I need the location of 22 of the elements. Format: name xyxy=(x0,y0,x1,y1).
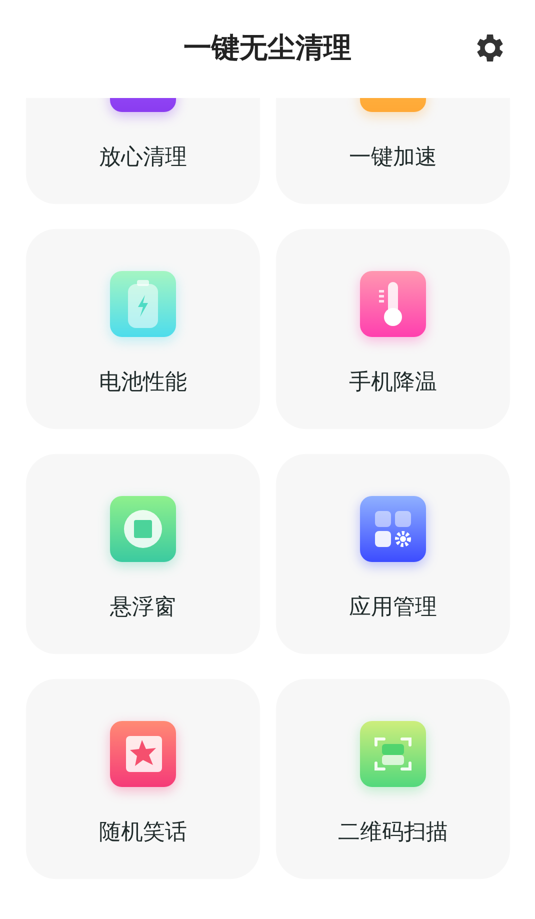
tool-card[interactable]: 放心清理 xyxy=(26,98,260,204)
tool-card[interactable]: 电池性能 xyxy=(26,229,260,429)
tool-label: 应用管理 xyxy=(349,595,437,621)
tool-label: 一键加速 xyxy=(349,145,437,171)
tool-card[interactable]: 手机降温 xyxy=(276,229,510,429)
scan-icon xyxy=(360,721,426,787)
tool-card[interactable]: 悬浮窗 xyxy=(26,454,260,654)
app-grid-icon xyxy=(360,496,426,562)
tool-label: 手机降温 xyxy=(349,370,437,396)
tool-card[interactable]: 随机笑话 xyxy=(26,679,260,879)
tool-label: 电池性能 xyxy=(99,370,187,396)
thermometer-icon xyxy=(360,271,426,337)
tool-card[interactable]: 二维码扫描 xyxy=(276,679,510,879)
tool-card[interactable]: 应用管理 xyxy=(276,454,510,654)
star-face-icon xyxy=(110,721,176,787)
page-title: 一键无尘清理 xyxy=(184,30,352,66)
tool-label: 二维码扫描 xyxy=(338,820,448,846)
tool-label: 悬浮窗 xyxy=(110,595,176,621)
battery-icon xyxy=(110,271,176,337)
tool-label: 随机笑话 xyxy=(99,820,187,846)
tool-label: 放心清理 xyxy=(99,145,187,171)
tool-card[interactable]: 一键加速 xyxy=(276,98,510,204)
